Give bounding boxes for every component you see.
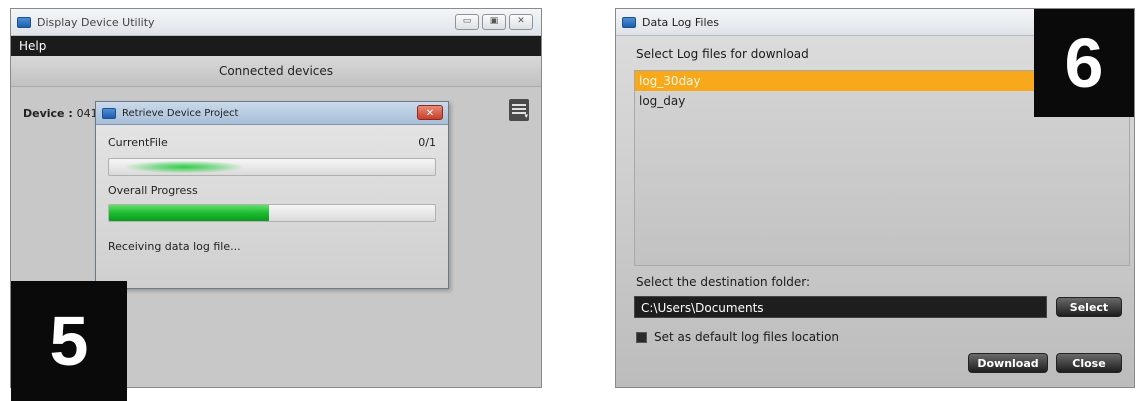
device-row[interactable]: Device : 041 [23, 107, 98, 120]
dialog-close-button[interactable]: ✕ [417, 105, 443, 120]
menu-bar: Help [11, 36, 541, 56]
default-location-checkbox[interactable] [636, 332, 647, 343]
current-file-progress-bar [108, 158, 436, 176]
select-button[interactable]: Select [1056, 297, 1122, 317]
select-log-label: Select Log files for download [636, 47, 809, 61]
step-badge-5: 5 [11, 281, 127, 401]
window-title: Data Log Files [642, 15, 720, 29]
progress-marquee [127, 161, 242, 173]
overall-progress-bar [108, 204, 436, 222]
app-icon [102, 107, 116, 119]
current-file-label: CurrentFile [108, 136, 168, 149]
device-label: Device : [23, 107, 73, 120]
dialog-title: Retrieve Device Project [122, 107, 239, 119]
close-button[interactable]: Close [1056, 353, 1122, 373]
step-badge-6: 6 [1034, 9, 1134, 117]
destination-label: Select the destination folder: [636, 275, 811, 289]
status-text: Receiving data log file... [108, 240, 241, 253]
close-window-button[interactable]: ✕ [509, 14, 533, 30]
window-controls: ▭ ▣ ✕ [455, 14, 533, 30]
destination-path-field[interactable]: C:\Users\Documents [634, 296, 1047, 318]
data-log-files-window: Data Log Files Select Log files for down… [615, 8, 1135, 388]
overall-progress-fill [109, 205, 269, 221]
menu-help[interactable]: Help [19, 39, 46, 53]
app-icon [622, 16, 636, 28]
dialog-title-bar: Retrieve Device Project ✕ [96, 102, 448, 125]
window-title: Display Device Utility [37, 15, 155, 29]
display-device-utility-window: Display Device Utility ▭ ▣ ✕ Help Connec… [10, 8, 542, 401]
hamburger-menu-icon[interactable]: ▾ [509, 99, 529, 121]
download-button[interactable]: Download [968, 353, 1048, 373]
overall-progress-label: Overall Progress [108, 184, 198, 197]
log-file-name: log_30day [639, 74, 701, 88]
app-icon [17, 16, 31, 28]
log-file-name: log_day [639, 94, 686, 108]
maximize-button[interactable]: ▣ [482, 14, 506, 30]
retrieve-device-project-dialog: Retrieve Device Project ✕ CurrentFile 0/… [95, 101, 449, 289]
connected-devices-header: Connected devices [11, 56, 541, 87]
title-bar: Display Device Utility ▭ ▣ ✕ [11, 9, 541, 36]
minimize-button[interactable]: ▭ [455, 14, 479, 30]
current-file-count: 0/1 [418, 136, 436, 149]
default-location-label: Set as default log files location [654, 330, 840, 344]
